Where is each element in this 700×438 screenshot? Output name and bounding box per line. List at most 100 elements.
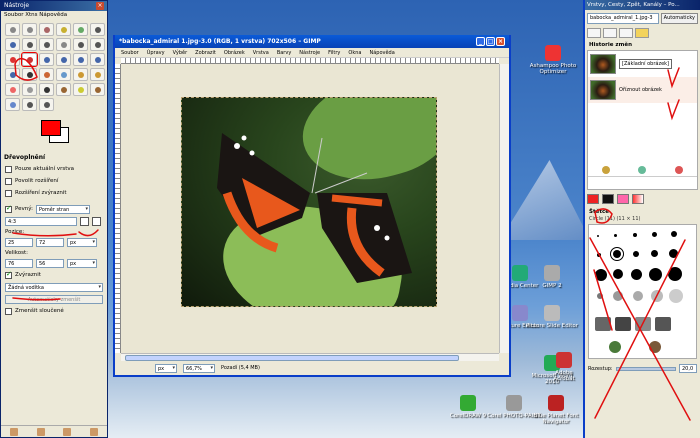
position-unit-select[interactable]: px xyxy=(67,237,97,247)
portrait-icon[interactable] xyxy=(80,216,89,226)
menu-select[interactable]: Výběr xyxy=(173,50,188,56)
move-tool-icon[interactable] xyxy=(73,38,88,51)
fuzzy-select-tool-icon[interactable] xyxy=(56,23,71,36)
brush-swatch[interactable] xyxy=(668,267,682,281)
desktop-icon[interactable]: Picture Slide Editor xyxy=(524,305,580,329)
rotate-tool-icon[interactable] xyxy=(39,53,54,66)
brush-swatch[interactable] xyxy=(595,317,611,331)
brush-swatch[interactable] xyxy=(597,235,599,237)
brush-swatch[interactable] xyxy=(651,290,663,302)
brush-swatch[interactable] xyxy=(633,291,643,301)
scale-tool-icon[interactable] xyxy=(56,53,71,66)
restore-options-icon[interactable] xyxy=(36,427,45,436)
brush-swatch[interactable] xyxy=(652,232,657,237)
canvas[interactable] xyxy=(121,64,499,353)
checkbox[interactable] xyxy=(5,189,12,197)
brush-grid[interactable] xyxy=(588,224,697,359)
shear-tool-icon[interactable] xyxy=(73,53,88,66)
image-select[interactable]: babocka_admiral_1.jpg-3 xyxy=(587,12,659,24)
spacing-slider[interactable] xyxy=(615,366,676,371)
brush-swatch[interactable] xyxy=(595,269,607,281)
tab-paths[interactable] xyxy=(619,28,633,38)
vertical-scrollbar[interactable] xyxy=(499,64,509,353)
lasso-tool-icon[interactable] xyxy=(39,23,54,36)
close-button[interactable]: × xyxy=(96,2,104,10)
brush-swatch[interactable] xyxy=(633,233,637,237)
brush-swatch[interactable] xyxy=(649,268,662,281)
tab-fg-bg[interactable] xyxy=(587,194,599,204)
size-width-field[interactable]: 76 xyxy=(5,258,33,268)
select-by-color-tool-icon[interactable] xyxy=(73,23,88,36)
menu-file[interactable]: Soubor xyxy=(121,50,139,56)
redo-icon[interactable] xyxy=(638,165,647,174)
aspect-ratio-field[interactable]: 4:3 xyxy=(5,216,77,226)
position-y-field[interactable]: 72 xyxy=(36,237,64,247)
brush-swatch[interactable] xyxy=(609,341,621,353)
ellipse-select-tool-icon[interactable] xyxy=(22,23,37,36)
pencil-tool-icon[interactable] xyxy=(73,68,88,81)
minimize-button[interactable]: _ xyxy=(476,37,485,46)
blend-tool-icon[interactable] xyxy=(56,68,71,81)
brush-swatch[interactable] xyxy=(613,269,623,279)
auto-button[interactable]: Automaticky xyxy=(660,12,698,24)
eraser-tool-icon[interactable] xyxy=(5,83,20,96)
unit-select[interactable]: px xyxy=(155,363,177,373)
guides-select[interactable]: Žádná vodítka xyxy=(5,282,103,292)
zoom-select[interactable]: 66,7% xyxy=(183,363,215,373)
clear-history-icon[interactable] xyxy=(674,165,683,174)
history-item-selected[interactable]: Oříznout obrázek xyxy=(588,77,697,103)
option-shrink-merged[interactable]: Zmenšit sloučené xyxy=(1,305,107,317)
menu-help[interactable]: Nápověda xyxy=(369,50,394,56)
close-button[interactable]: × xyxy=(496,37,505,46)
undo-icon[interactable] xyxy=(602,165,611,174)
butterfly-photo[interactable] xyxy=(181,97,437,307)
option-current-layer-only[interactable]: Pouze aktuální vrstva xyxy=(1,163,107,175)
size-unit-select[interactable]: px xyxy=(67,258,97,268)
tab-channels[interactable] xyxy=(603,28,617,38)
brush-swatch[interactable] xyxy=(633,251,639,257)
menu-layer[interactable]: Vrstva xyxy=(253,50,269,56)
brush-swatch-selected[interactable] xyxy=(610,247,624,261)
brush-swatch[interactable] xyxy=(671,231,677,237)
brush-swatch[interactable] xyxy=(614,234,617,237)
smudge-tool-icon[interactable] xyxy=(22,98,37,111)
desktop-icon[interactable]: Adobe Acrobat xyxy=(544,352,584,382)
fixed-mode-select[interactable]: Poměr stran xyxy=(35,204,90,214)
text-tool-icon[interactable] xyxy=(22,68,37,81)
reset-options-icon[interactable] xyxy=(89,427,98,436)
brush-swatch[interactable] xyxy=(597,293,603,299)
checkbox[interactable] xyxy=(5,177,12,185)
clone-tool-icon[interactable] xyxy=(56,83,71,96)
brush-swatch[interactable] xyxy=(651,250,658,257)
menu-colors[interactable]: Barvy xyxy=(277,50,291,56)
brush-swatch[interactable] xyxy=(597,253,601,257)
desktop-icon[interactable]: Ashampoo Photo Optimizer xyxy=(525,45,581,75)
tab-brushes[interactable] xyxy=(602,194,614,204)
size-height-field[interactable]: 56 xyxy=(36,258,64,268)
paintbrush-tool-icon[interactable] xyxy=(90,68,105,81)
brush-swatch[interactable] xyxy=(669,289,683,303)
option-fixed[interactable]: Pevný: Poměr stran xyxy=(1,203,107,215)
spacing-value-field[interactable]: 20,0 xyxy=(679,364,697,373)
heal-tool-icon[interactable] xyxy=(73,83,88,96)
perspective-tool-icon[interactable] xyxy=(90,53,105,66)
checkbox[interactable] xyxy=(5,165,12,173)
measure-tool-icon[interactable] xyxy=(56,38,71,51)
horizontal-scrollbar[interactable] xyxy=(121,353,499,361)
color-picker-tool-icon[interactable] xyxy=(22,38,37,51)
menu-windows[interactable]: Okna xyxy=(348,50,361,56)
delete-options-icon[interactable] xyxy=(63,427,72,436)
align-tool-icon[interactable] xyxy=(90,38,105,51)
desktop-icon[interactable]: GIMP 2 xyxy=(524,265,580,289)
airbrush-tool-icon[interactable] xyxy=(22,83,37,96)
save-options-icon[interactable] xyxy=(10,427,19,436)
toolbox-menu[interactable]: Soubor Xtns Nápověda xyxy=(1,11,107,20)
brush-swatch[interactable] xyxy=(613,291,623,301)
desktop-icon[interactable]: Blue Planet Font Navigator xyxy=(528,395,584,425)
brush-swatch[interactable] xyxy=(649,341,661,353)
foreground-color-swatch[interactable] xyxy=(41,120,61,136)
brush-swatch[interactable] xyxy=(615,317,631,331)
menu-filters[interactable]: Filtry xyxy=(328,50,340,56)
color-selector[interactable] xyxy=(7,118,107,148)
brush-swatch[interactable] xyxy=(655,317,671,331)
